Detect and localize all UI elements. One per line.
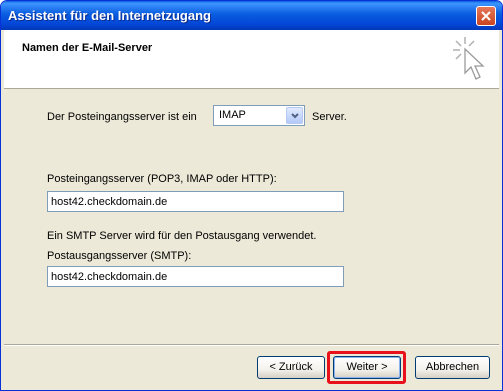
incoming-type-label: Der Posteingangsserver ist ein [47,111,197,123]
incoming-type-suffix: Server. [312,111,347,123]
close-button[interactable] [476,6,496,26]
wizard-window: Assistent für den Internetzugang Namen d… [0,0,503,391]
incoming-server-input[interactable] [47,191,344,212]
dropdown-button[interactable] [286,107,303,124]
chevron-down-icon [291,113,299,119]
incoming-server-type-value: IMAP [219,109,246,121]
wizard-header: Namen der E-Mail-Server [4,30,499,89]
smtp-note: Ein SMTP Server wird für den Postausgang… [47,230,317,242]
title-bar[interactable]: Assistent für den Internetzugang [1,1,502,30]
next-button[interactable]: Weiter > [333,356,401,379]
outgoing-server-label: Postausgangsserver (SMTP): [47,250,192,262]
footer-separator [4,344,499,346]
incoming-server-type-select[interactable]: IMAP [213,105,305,126]
page-title: Namen der E-Mail-Server [22,42,153,54]
back-button[interactable]: < Zurück [257,356,325,379]
close-icon [481,11,491,21]
window-title: Assistent für den Internetzugang [8,8,211,23]
cancel-button[interactable]: Abbrechen [415,356,490,379]
outgoing-server-input[interactable] [47,266,344,287]
wizard-cursor-icon [453,37,485,80]
incoming-server-label: Posteingangsserver (POP3, IMAP oder HTTP… [47,173,277,185]
